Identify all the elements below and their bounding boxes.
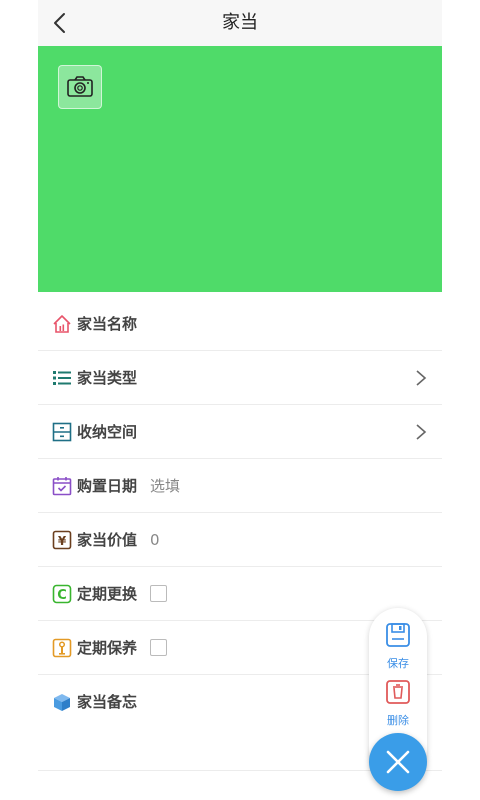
value-row[interactable]: ¥ 家当价值 0 <box>38 513 442 567</box>
close-icon <box>386 750 410 774</box>
periodic-maintain-label: 定期保养 <box>77 639 138 657</box>
purchase-date-row[interactable]: 购置日期 选填 <box>38 459 442 513</box>
purchase-date-label: 购置日期 <box>77 477 138 495</box>
replace-icon: C <box>52 584 72 604</box>
periodic-maintain-checkbox[interactable] <box>150 639 167 656</box>
page-title: 家当 <box>222 12 258 33</box>
camera-icon <box>67 76 93 97</box>
maintenance-icon <box>52 638 72 658</box>
purchase-date-input[interactable]: 选填 <box>150 459 180 513</box>
name-label: 家当名称 <box>77 315 138 333</box>
change-photo-button[interactable] <box>58 65 102 109</box>
periodic-replace-label: 定期更换 <box>77 585 138 603</box>
cabinet-icon <box>52 422 72 442</box>
app-screen: 家当 家当名称 家当类型 收纳空间 购置日期 选填 ¥ 家当价值 0 C 定期更… <box>38 0 442 800</box>
name-row[interactable]: 家当名称 <box>38 297 442 351</box>
save-label: 保存 <box>387 657 409 670</box>
svg-text:¥: ¥ <box>58 534 67 548</box>
save-button[interactable]: 保存 <box>369 622 427 671</box>
type-label: 家当类型 <box>77 369 138 387</box>
yen-icon: ¥ <box>52 530 72 550</box>
storage-row[interactable]: 收纳空间 <box>38 405 442 459</box>
chevron-right-icon <box>416 370 427 386</box>
cover-image-area[interactable] <box>38 46 442 292</box>
svg-text:C: C <box>57 588 67 603</box>
value-label: 家当价值 <box>77 531 138 549</box>
delete-label: 删除 <box>387 714 409 727</box>
list-icon <box>53 371 71 385</box>
memo-label: 家当备忘 <box>77 693 138 711</box>
delete-button[interactable]: 删除 <box>369 679 427 728</box>
close-fab-button[interactable] <box>369 733 427 791</box>
save-icon <box>386 623 410 647</box>
calendar-icon <box>52 477 72 496</box>
chevron-right-icon <box>416 424 427 440</box>
home-icon <box>53 315 71 333</box>
type-row[interactable]: 家当类型 <box>38 351 442 405</box>
trash-icon <box>386 680 410 704</box>
cube-icon <box>54 694 70 711</box>
value-input[interactable]: 0 <box>150 513 160 567</box>
periodic-replace-checkbox[interactable] <box>150 585 167 602</box>
top-bar: 家当 <box>38 0 442 47</box>
storage-label: 收纳空间 <box>77 423 138 441</box>
